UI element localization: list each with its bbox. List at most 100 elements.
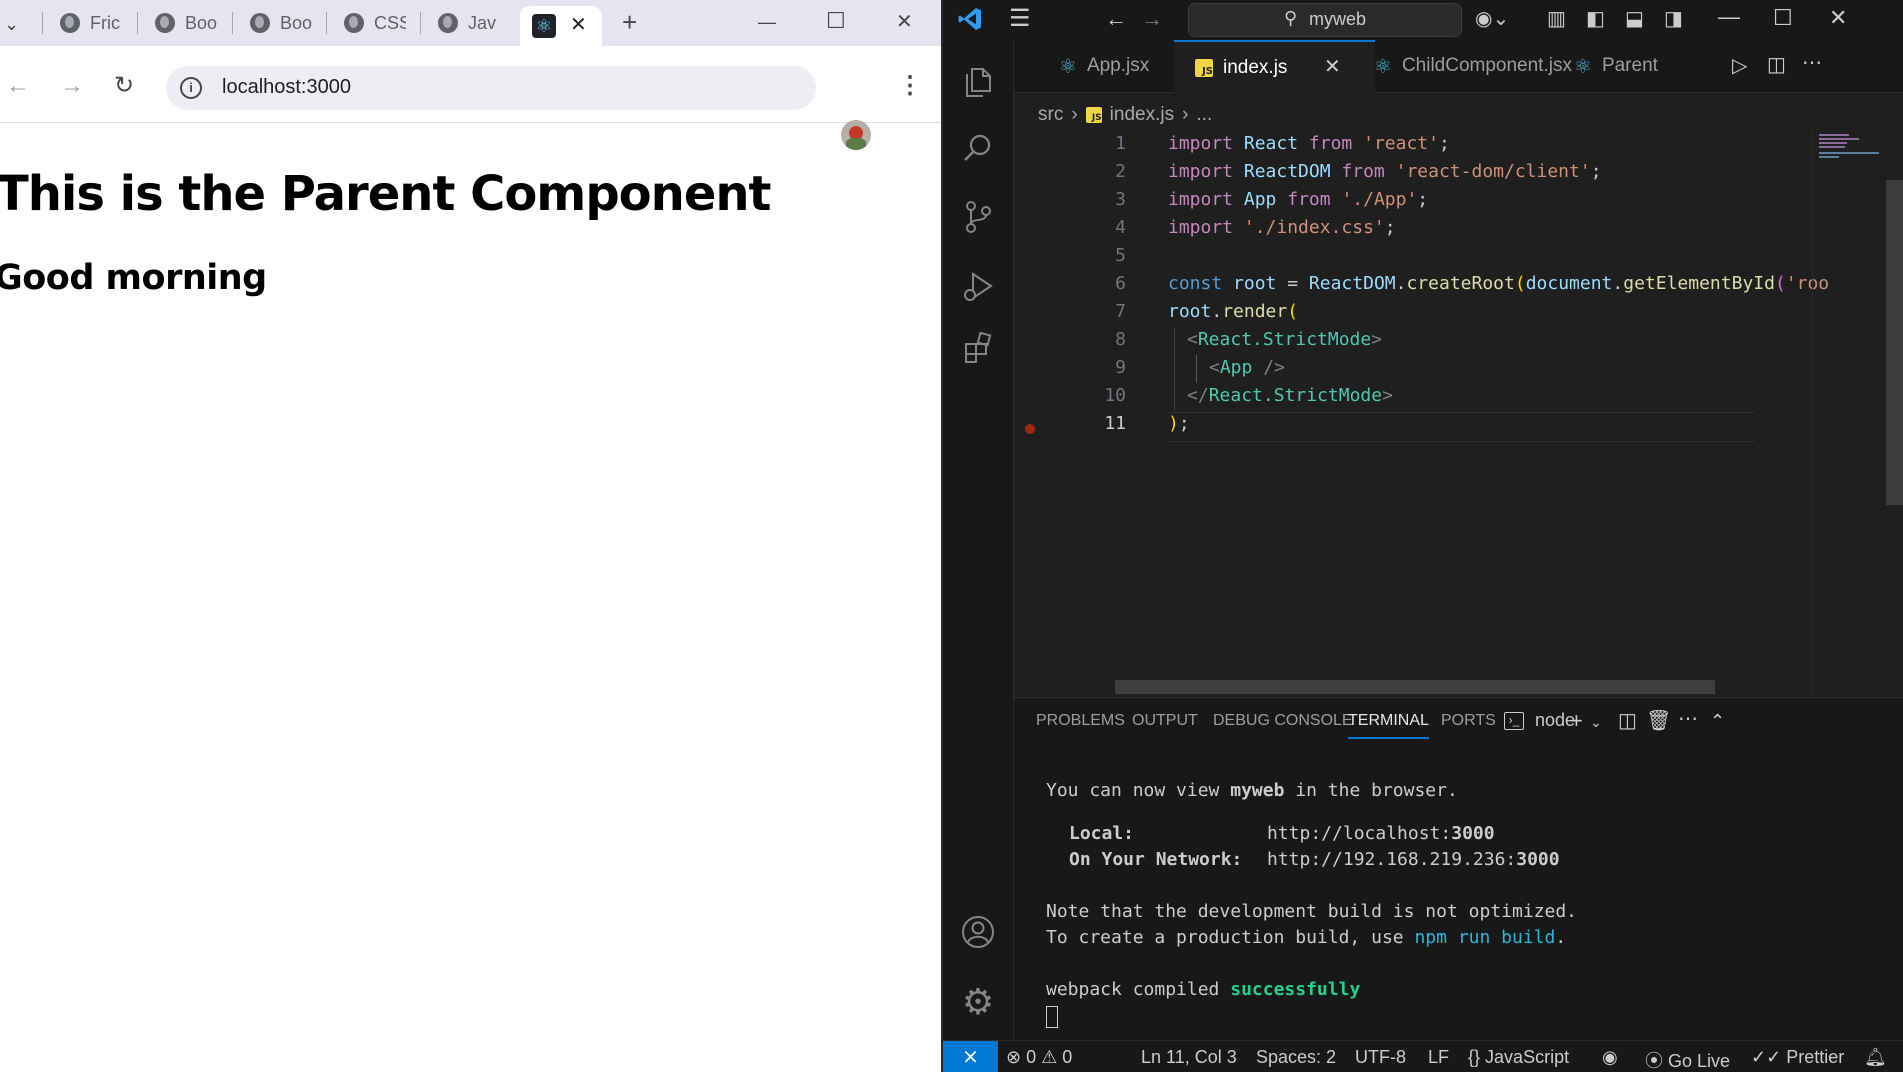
terminal-icon: ›_	[1504, 712, 1524, 731]
split-editor-icon[interactable]: ◫	[1767, 54, 1786, 76]
code-line: import App from './App';	[1168, 189, 1429, 210]
search-icon[interactable]	[956, 126, 1000, 170]
menu-kebab-icon[interactable]: ⋮	[898, 74, 922, 98]
panel-tab-ports[interactable]: PORTS	[1441, 712, 1496, 730]
react-icon: ⚛	[532, 14, 556, 38]
braces-icon: {}	[1468, 1047, 1481, 1067]
minimize-button[interactable]: —	[1718, 6, 1740, 28]
maximize-button[interactable]: ☐	[1773, 7, 1793, 29]
accounts-icon[interactable]	[956, 910, 1000, 954]
toggle-secondary-sidebar-icon[interactable]: ◨	[1664, 8, 1683, 30]
avatar[interactable]	[841, 120, 871, 150]
browser-tab-strip: ⌄ Fric Boo Boo CSS Jav ⚛ ✕ + — ☐ ✕	[0, 0, 942, 46]
vscode-logo-icon	[957, 6, 983, 32]
js-file-icon: JS	[1085, 107, 1102, 123]
tab-index-js[interactable]: JS index.js ✕	[1174, 40, 1375, 93]
minimize-button[interactable]: —	[758, 10, 776, 34]
breadcrumb-folder[interactable]: src	[1038, 104, 1063, 126]
panel-tab-problems[interactable]: PROBLEMS	[1036, 712, 1125, 730]
nav-forward-icon[interactable]: →	[1141, 8, 1163, 30]
tab-search-icon[interactable]: ⌄	[4, 12, 19, 36]
terminal-shell-select[interactable]: ›_ node	[1504, 710, 1575, 731]
more-actions-icon[interactable]: ⋯	[1678, 708, 1698, 730]
run-file-icon[interactable]: ▷	[1732, 55, 1747, 77]
copilot-icon[interactable]: ◉⌄	[1475, 8, 1509, 30]
prettier-status[interactable]: ✓✓ Prettier	[1751, 1047, 1844, 1068]
vertical-scrollbar[interactable]	[1886, 180, 1903, 505]
reload-icon[interactable]: ↻	[114, 74, 134, 98]
more-actions-icon[interactable]: ⋯	[1802, 52, 1822, 74]
maximize-panel-icon[interactable]: ⌃	[1710, 710, 1725, 732]
browser-tab[interactable]: Boo	[155, 8, 217, 38]
url-text[interactable]: localhost:3000	[222, 76, 351, 99]
terminal-local-url: http://localhost:3000	[1267, 823, 1495, 844]
page-subtitle: Good morning	[0, 258, 267, 298]
react-icon: ⚛	[1374, 55, 1392, 78]
terminal-local-label: Local:	[1069, 823, 1135, 844]
back-icon[interactable]: ←	[6, 74, 30, 98]
breakpoint-icon[interactable]	[1025, 424, 1035, 434]
close-button[interactable]: ✕	[1829, 7, 1847, 29]
line-number: 5	[1115, 245, 1126, 266]
address-bar[interactable]: i localhost:3000	[166, 66, 816, 110]
explorer-icon[interactable]	[956, 60, 1000, 104]
line-number: 7	[1115, 301, 1126, 322]
go-live-button[interactable]: ⦿ Go Live	[1645, 1047, 1730, 1072]
browser-tab[interactable]: Boo	[250, 8, 312, 38]
cursor-position[interactable]: Ln 11, Col 3	[1141, 1047, 1237, 1068]
menu-hamburger-icon[interactable]: ☰	[1009, 7, 1031, 31]
title-bar: ☰ ← → ⚲ myweb ◉⌄ ▥ ◧ ⬓ ◨ — ☐ ✕	[943, 0, 1903, 40]
vscode-window: ☰ ← → ⚲ myweb ◉⌄ ▥ ◧ ⬓ ◨ — ☐ ✕ ⚙ ⚛ App.j…	[943, 0, 1903, 1072]
panel-tab-terminal[interactable]: TERMINAL	[1348, 712, 1429, 739]
nav-back-icon[interactable]: ←	[1105, 8, 1127, 30]
panel-tab-output[interactable]: OUTPUT	[1132, 712, 1198, 730]
code-line: <React.StrictMode>	[1187, 329, 1383, 350]
tab-close-icon[interactable]: ✕	[1324, 54, 1341, 79]
close-button[interactable]: ✕	[896, 10, 913, 34]
split-terminal-icon[interactable]: ◫	[1618, 710, 1637, 732]
toggle-panel-icon[interactable]: ⬓	[1625, 8, 1644, 30]
language-mode[interactable]: {} JavaScript	[1468, 1047, 1569, 1068]
browser-tab[interactable]: Jav	[438, 8, 500, 38]
tab-parent[interactable]: ⚛ Parent	[1554, 40, 1658, 92]
kill-terminal-icon[interactable]: 🗑	[1646, 710, 1671, 732]
source-control-icon[interactable]	[956, 195, 1000, 239]
horizontal-scrollbar[interactable]	[1115, 680, 1715, 694]
maximize-button[interactable]: ☐	[826, 9, 846, 33]
browser-tab[interactable]: Fric	[60, 8, 122, 38]
manage-gear-icon[interactable]: ⚙	[956, 980, 1000, 1024]
terminal-line: Note that the development build is not o…	[1046, 901, 1578, 922]
breadcrumb-file[interactable]: index.js	[1110, 104, 1174, 126]
status-bar: ⨯ ⊗ 0 ⚠ 0 Ln 11, Col 3 Spaces: 2 UTF-8 L…	[943, 1040, 1903, 1072]
browser-tab[interactable]: CSS	[344, 8, 406, 38]
end-of-line[interactable]: LF	[1428, 1047, 1449, 1068]
customize-layout-icon[interactable]: ▥	[1547, 8, 1566, 30]
minimap[interactable]	[1812, 130, 1888, 696]
breadcrumb-more[interactable]: ...	[1196, 104, 1212, 126]
toggle-primary-sidebar-icon[interactable]: ◧	[1586, 8, 1605, 30]
panel-tab-debug-console[interactable]: DEBUG CONSOLE	[1213, 712, 1353, 730]
remote-indicator-icon[interactable]: ⨯	[943, 1041, 998, 1072]
copilot-status-icon[interactable]: ◉	[1602, 1047, 1618, 1068]
code-line: root.render(	[1168, 301, 1299, 322]
indentation[interactable]: Spaces: 2	[1256, 1047, 1336, 1068]
tab-close-icon[interactable]: ✕	[570, 12, 587, 37]
run-debug-icon[interactable]	[956, 264, 1000, 308]
new-terminal-icon[interactable]: +	[1570, 710, 1583, 732]
problems-status[interactable]: ⊗ 0 ⚠ 0	[1006, 1047, 1072, 1068]
globe-icon	[344, 13, 364, 33]
tab-childcomponent-jsx[interactable]: ⚛ ChildComponent.jsx	[1354, 40, 1574, 92]
react-icon: ⚛	[1059, 55, 1077, 78]
code-line: </React.StrictMode>	[1187, 385, 1393, 406]
encoding[interactable]: UTF-8	[1355, 1047, 1406, 1068]
extensions-icon[interactable]	[956, 326, 1000, 370]
browser-tab-active[interactable]: ⚛ ✕	[520, 6, 602, 46]
notifications-bell-icon[interactable]: 🔔︎	[1864, 1047, 1887, 1068]
chevron-down-icon[interactable]: ⌄	[1590, 711, 1602, 733]
site-info-icon[interactable]: i	[180, 77, 202, 99]
forward-icon[interactable]: →	[60, 74, 84, 98]
command-center-search[interactable]: ⚲ myweb	[1188, 3, 1462, 37]
code-line: import ReactDOM from 'react-dom/client';	[1168, 161, 1602, 182]
new-tab-button[interactable]: +	[622, 9, 637, 35]
code-line: import React from 'react';	[1168, 133, 1450, 154]
